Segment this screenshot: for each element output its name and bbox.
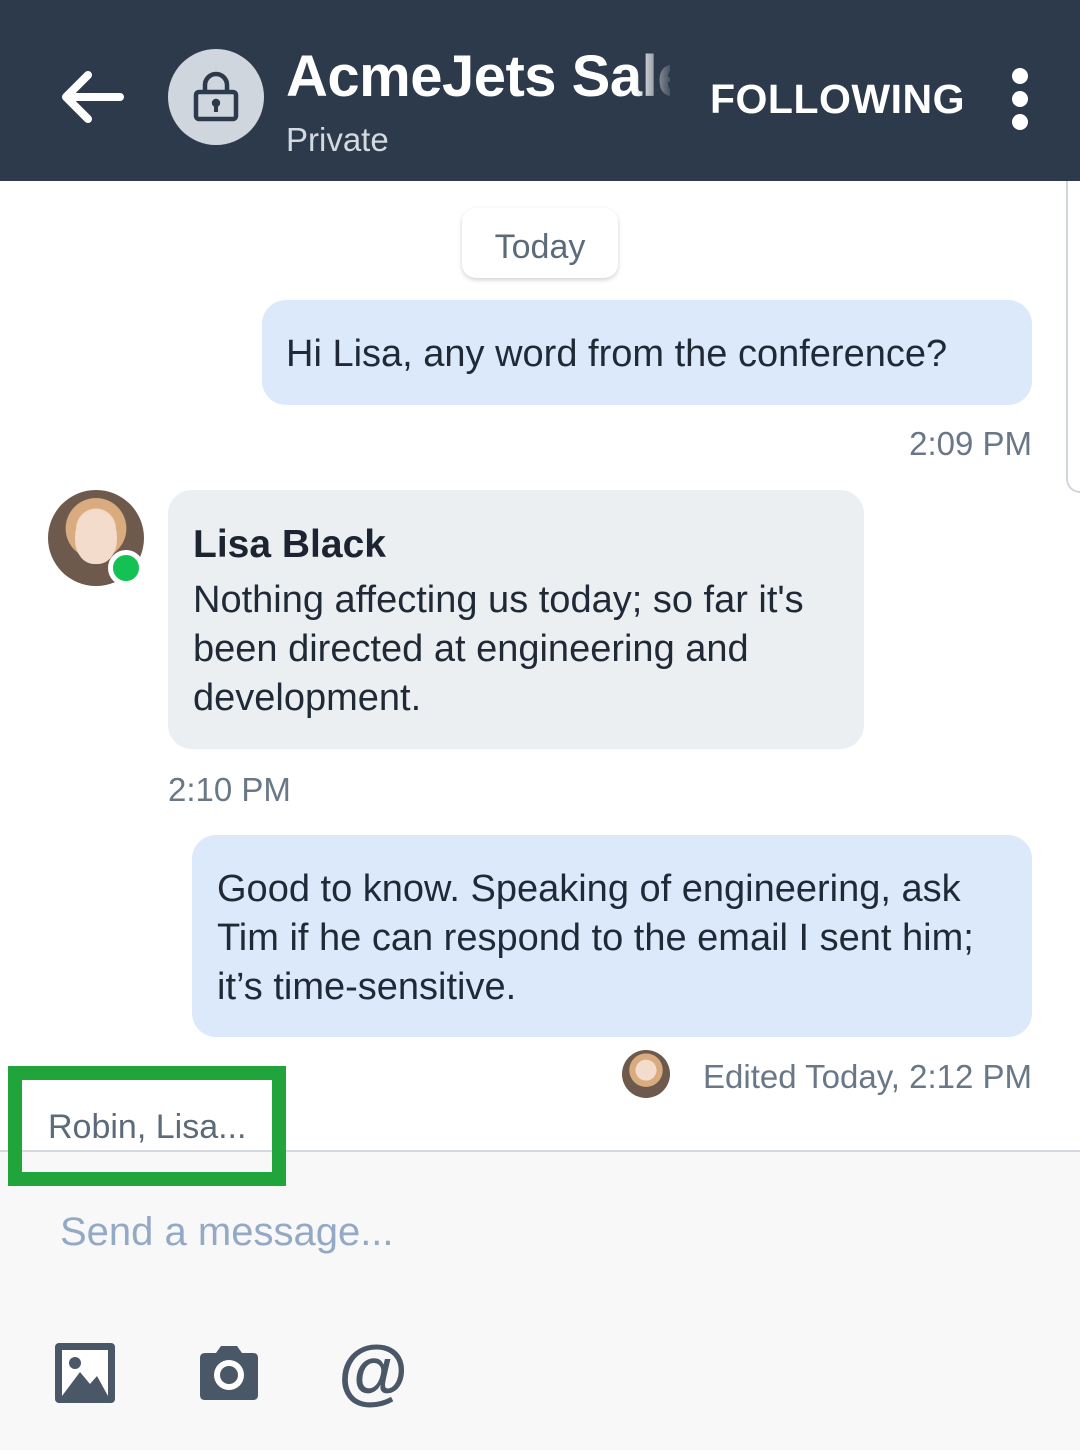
read-receipt-avatar <box>622 1050 670 1098</box>
message-edited-time: Edited Today, 2:12 PM <box>703 1058 1032 1095</box>
outgoing-message[interactable]: Good to know. Speaking of engineering, a… <box>192 835 1032 1037</box>
more-vertical-icon <box>1012 91 1028 107</box>
room-title[interactable]: AcmeJets Sales <box>286 42 670 112</box>
more-options-button[interactable] <box>1000 64 1042 134</box>
chat-header: AcmeJets Sales Private FOLLOWING <box>0 0 1080 181</box>
message-text: Nothing affecting us today; so far it's … <box>193 579 804 719</box>
day-divider: Today <box>462 208 618 278</box>
typing-indicator: Robin, Lisa... <box>48 1108 247 1146</box>
more-vertical-icon <box>1012 68 1028 84</box>
scrollbar[interactable] <box>1066 181 1080 493</box>
back-button[interactable] <box>52 62 132 132</box>
message-text: Hi Lisa, any word from the conference? <box>286 333 948 375</box>
message-time: 2:10 PM <box>168 771 291 808</box>
room-avatar[interactable] <box>168 49 264 145</box>
avatar-face <box>75 510 117 564</box>
following-button[interactable]: FOLLOWING <box>710 74 965 124</box>
online-status-icon <box>108 550 144 586</box>
mention-button[interactable]: @ <box>338 1336 408 1408</box>
sender-name: Lisa Black <box>193 523 386 566</box>
back-arrow-icon <box>62 71 124 123</box>
at-mention-icon: @ <box>338 1332 409 1412</box>
room-privacy-label: Private <box>286 121 389 158</box>
message-composer <box>0 1150 1080 1450</box>
incoming-message[interactable]: Lisa Black Nothing affecting us today; s… <box>168 490 864 749</box>
camera-icon <box>200 1346 258 1400</box>
message-time: 2:09 PM <box>909 425 1032 462</box>
camera-button[interactable] <box>196 1340 262 1406</box>
title-fade <box>635 40 675 114</box>
more-vertical-icon <box>1012 114 1028 130</box>
outgoing-message[interactable]: Hi Lisa, any word from the conference? <box>262 300 1032 405</box>
message-text: Good to know. Speaking of engineering, a… <box>217 868 974 1008</box>
message-input[interactable]: Send a message... <box>60 1204 1020 1260</box>
lock-icon <box>193 71 239 122</box>
image-icon <box>55 1343 115 1403</box>
attach-image-button[interactable] <box>52 1340 118 1406</box>
